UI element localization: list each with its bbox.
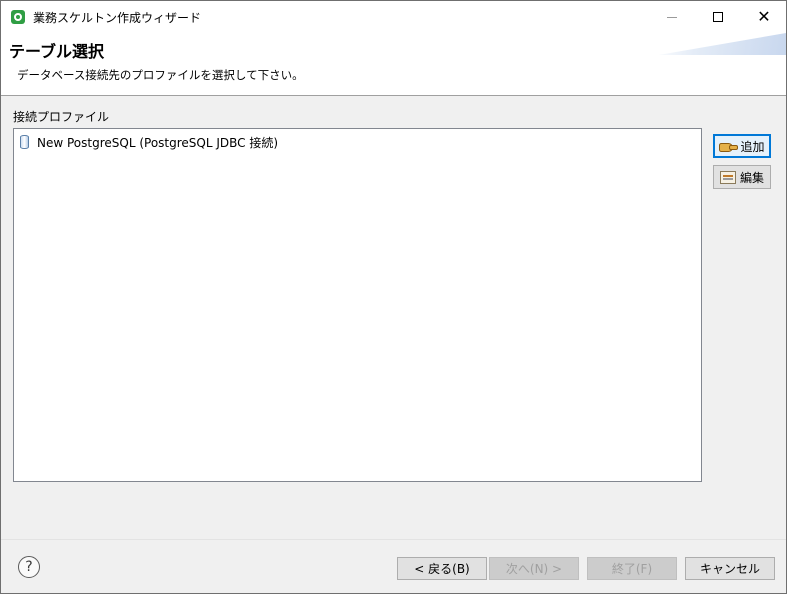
footer-separator [1, 539, 786, 540]
close-icon: ✕ [757, 7, 771, 26]
title-bar: 業務スケルトン作成ウィザード ✕ [1, 1, 786, 33]
help-button[interactable]: ? [18, 556, 40, 578]
edit-icon [719, 170, 736, 184]
header-banner: テーブル選択 データベース接続先のプロファイルを選択して下さい。 [1, 33, 786, 96]
profile-list[interactable]: New PostgreSQL (PostgreSQL JDBC 接続) [13, 128, 702, 482]
app-icon [11, 10, 25, 24]
page-description: データベース接続先のプロファイルを選択して下さい。 [17, 68, 304, 82]
maximize-button[interactable] [695, 1, 741, 33]
finish-button[interactable]: 終了(F) [587, 557, 677, 580]
edit-button-label: 編集 [739, 170, 764, 185]
minimize-button[interactable] [649, 1, 695, 33]
add-button-label: 追加 [740, 139, 765, 154]
window-title: 業務スケルトン作成ウィザード [33, 11, 202, 25]
list-item[interactable]: New PostgreSQL (PostgreSQL JDBC 接続) [20, 133, 278, 151]
wizard-window: 業務スケルトン作成ウィザード ✕ テーブル選択 データベース接続先のプロファイル… [0, 0, 787, 594]
banner-decoration [658, 33, 786, 55]
back-button[interactable]: < 戻る(B) [397, 557, 487, 580]
edit-button[interactable]: 編集 [713, 165, 771, 189]
minimize-icon [667, 16, 677, 18]
add-button[interactable]: 追加 [713, 134, 771, 158]
pointing-hand-icon [719, 141, 739, 152]
maximize-icon [713, 12, 723, 22]
profile-list-label: 接続プロファイル [13, 110, 110, 124]
database-icon [20, 135, 29, 149]
list-item-label: New PostgreSQL (PostgreSQL JDBC 接続) [37, 135, 279, 150]
page-title: テーブル選択 [9, 42, 105, 61]
next-button[interactable]: 次へ(N) > [489, 557, 579, 580]
cancel-button[interactable]: キャンセル [685, 557, 775, 580]
help-icon: ? [25, 559, 33, 575]
close-button[interactable]: ✕ [741, 1, 787, 33]
